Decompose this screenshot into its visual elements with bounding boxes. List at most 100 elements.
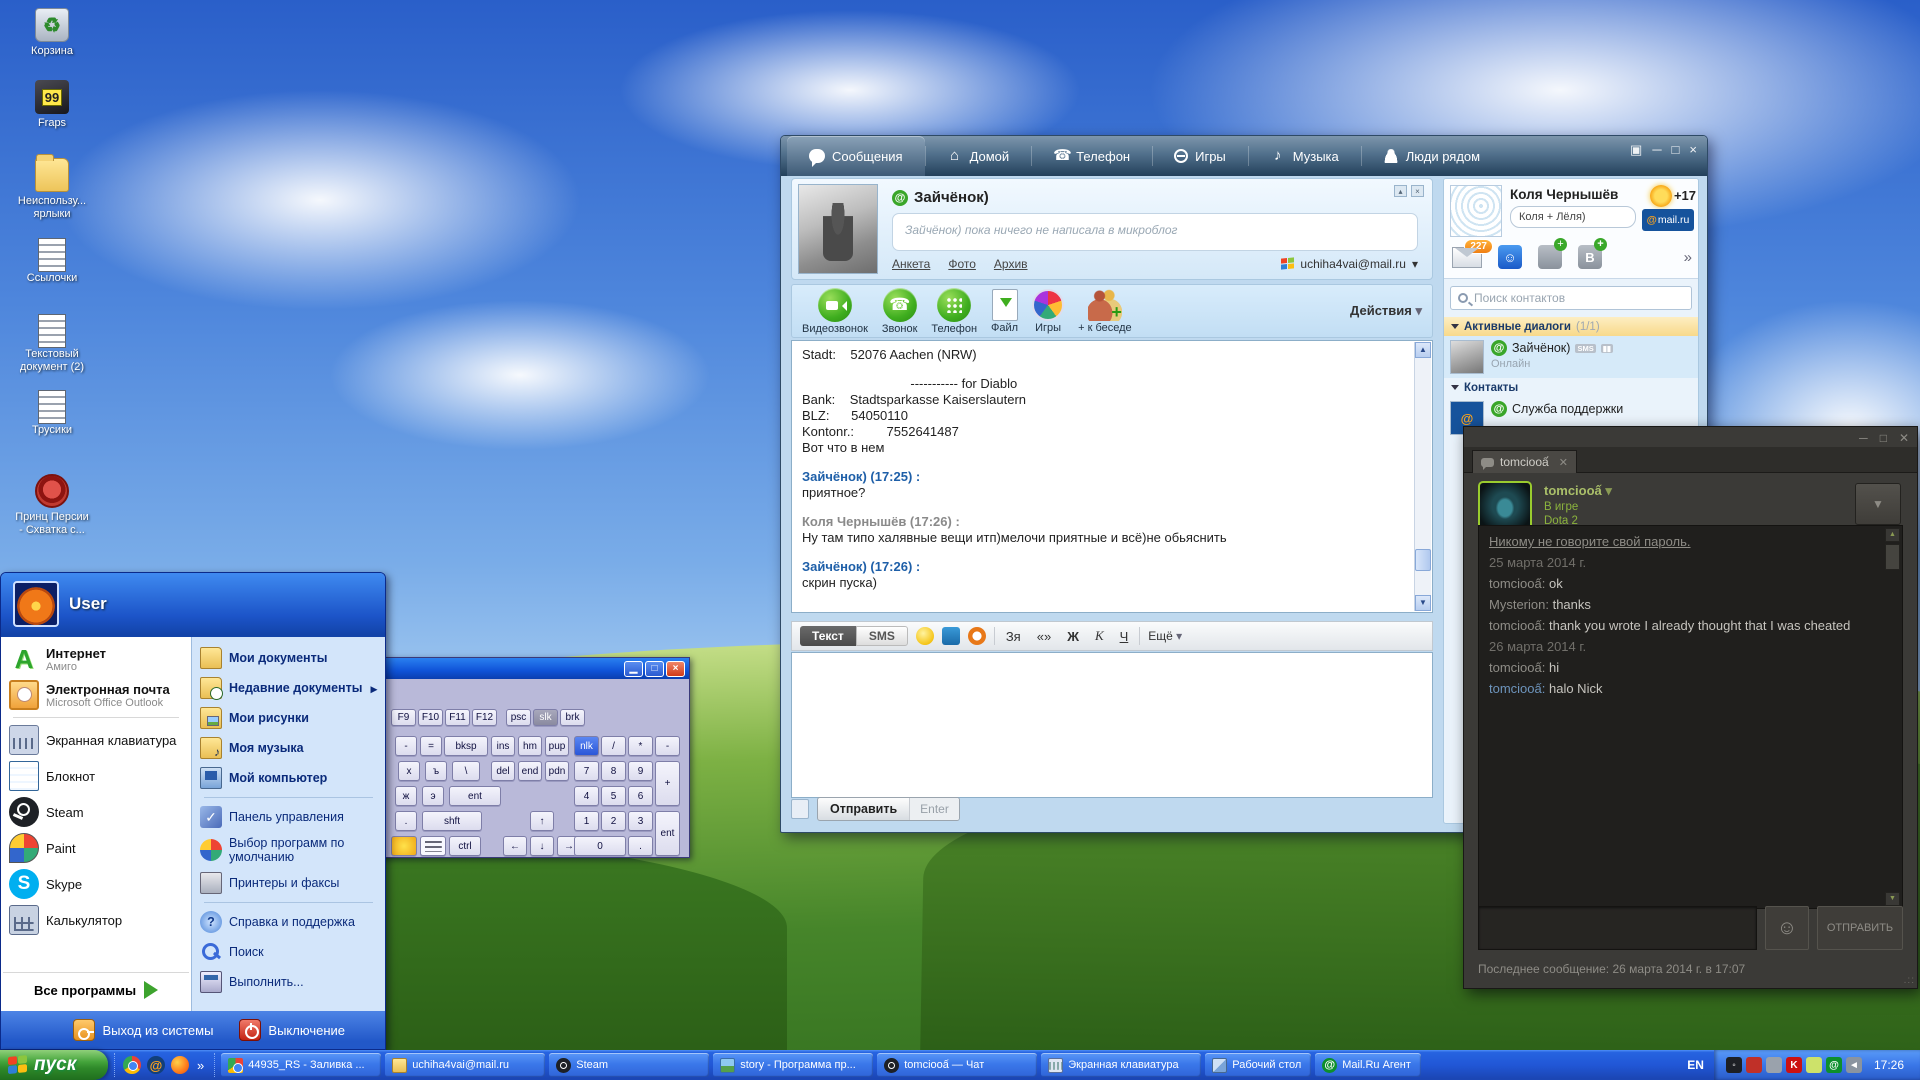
sender-name[interactable]: tomciooấ: [1489, 681, 1549, 696]
close-icon[interactable]: × [1689, 142, 1697, 158]
toolbar-phone-button[interactable]: Телефон [931, 288, 977, 335]
chat-scrollbar[interactable]: ▲ ▼ [1414, 342, 1431, 611]
tab-home[interactable]: ⌂Домой [925, 136, 1032, 176]
format-style-«»[interactable]: «» [1034, 629, 1054, 644]
key-F10[interactable]: F10 [418, 709, 443, 726]
add-contact-icon[interactable] [1538, 245, 1562, 269]
link-Анкета[interactable]: Анкета [892, 257, 930, 271]
start-item-internet[interactable]: AИнтернетАмиго [3, 641, 189, 677]
format-style-Ч[interactable]: Ч [1117, 629, 1132, 644]
steam-chat-log[interactable]: Никому не говорите свой пароль. 25 марта… [1478, 525, 1903, 909]
format-more-button[interactable]: Ещё [1148, 629, 1182, 643]
key-↓[interactable]: ↓ [530, 836, 554, 856]
group-header[interactable]: Активные диалоги(1/1) [1444, 317, 1698, 336]
leaf-tray-icon[interactable] [1806, 1057, 1822, 1073]
start-item-steam[interactable]: Steam [3, 794, 189, 830]
key-shft[interactable]: shft [422, 811, 482, 831]
key-bksp[interactable]: bksp [444, 736, 488, 756]
key-.[interactable]: . [628, 836, 653, 856]
task-button[interactable]: @Mail.Ru Агент [1315, 1053, 1421, 1077]
key-ent[interactable]: ent [449, 786, 501, 806]
key-*[interactable]: * [628, 736, 653, 756]
key-end[interactable]: end [518, 761, 542, 781]
password-warning-link[interactable]: Никому не говорите свой пароль. [1489, 532, 1880, 552]
key-ent[interactable]: ent [655, 811, 680, 856]
key-slk[interactable]: slk [533, 709, 558, 726]
osk-maximize-button[interactable]: □ [645, 661, 664, 677]
start-item-help[interactable]: ?Справка и поддержка [196, 907, 381, 937]
key-F12[interactable]: F12 [472, 709, 497, 726]
key-4[interactable]: 4 [574, 786, 599, 806]
key-3[interactable]: 3 [628, 811, 653, 831]
video-emoji-icon[interactable] [942, 627, 960, 645]
key-8[interactable]: 8 [601, 761, 626, 781]
agent-tray-icon[interactable]: @ [1826, 1057, 1842, 1073]
minimize-icon[interactable]: ─ [1859, 431, 1868, 445]
key--[interactable]: - [655, 736, 680, 756]
bell-tray-icon[interactable] [1766, 1057, 1782, 1073]
task-button[interactable]: Экранная клавиатура [1041, 1053, 1201, 1077]
actions-menu-button[interactable]: Действия [1350, 303, 1422, 319]
task-button[interactable]: tomciooấ — Чат [877, 1053, 1037, 1077]
link-Архив[interactable]: Архив [994, 257, 1028, 271]
shutdown-button[interactable]: Выключение [239, 1019, 345, 1041]
group-header[interactable]: Контакты [1444, 378, 1698, 397]
scroll-down-icon[interactable]: ▼ [1885, 892, 1900, 906]
close-chat-icon[interactable]: × [1411, 185, 1424, 197]
desktop-icon-recycle-bin[interactable]: ♻Корзина [6, 8, 98, 58]
key-nlk[interactable]: nlk [574, 736, 599, 756]
more-chevron-icon[interactable]: » [1684, 249, 1692, 266]
task-button[interactable]: uchiha4vai@mail.ru [385, 1053, 545, 1077]
toolbar-video-call-button[interactable]: Видеозвонок [802, 288, 868, 335]
language-indicator[interactable]: EN [1677, 1058, 1714, 1072]
mail-agent-icon[interactable]: @ [147, 1056, 165, 1074]
start-item-default-programs[interactable]: Выбор программ по умолчанию [196, 832, 381, 868]
key-1[interactable]: 1 [574, 811, 599, 831]
start-item-my-documents[interactable]: Мои документы [196, 643, 381, 673]
vk-icon[interactable]: B [1578, 245, 1602, 269]
chat-history[interactable]: Stadt: 52076 Aachen (NRW) ----------- fo… [791, 340, 1433, 613]
chrome-icon[interactable] [123, 1056, 141, 1074]
minimize-icon[interactable]: ─ [1652, 142, 1661, 158]
self-avatar[interactable] [1450, 185, 1502, 237]
start-item-search[interactable]: Поиск [196, 937, 381, 967]
key-0[interactable]: 0 [574, 836, 626, 856]
format-style-Ж[interactable]: Ж [1064, 629, 1082, 644]
sender-name[interactable]: tomciooấ: [1489, 576, 1549, 591]
key-pdn[interactable]: pdn [545, 761, 569, 781]
scroll-up-icon[interactable]: ▲ [1415, 342, 1431, 358]
desktop-icon-prince-of-persia[interactable]: Принц Персии- Схватка с... [6, 474, 98, 537]
steam-tray-icon[interactable]: ◦ [1726, 1057, 1742, 1073]
key-=[interactable]: = [420, 736, 442, 756]
key-pup[interactable]: pup [545, 736, 569, 756]
key-list[interactable] [420, 836, 446, 856]
desktop-icon-unused-shortcuts-folder[interactable]: Неиспользу...ярлыки [6, 158, 98, 221]
format-style-К[interactable]: К [1092, 628, 1107, 644]
contact-search-input[interactable]: Поиск контактов [1450, 286, 1692, 310]
contact-Зайчёнок)[interactable]: @Зайчёнок)SMS▮▮Онлайн [1444, 336, 1698, 378]
steam-chat-tab[interactable]: tomciooấ ✕ [1472, 450, 1577, 473]
key-hm[interactable]: hm [518, 736, 542, 756]
start-item-printers[interactable]: Принтеры и факсы [196, 868, 381, 898]
steam-send-button[interactable]: ОТПРАВИТЬ [1817, 906, 1903, 950]
maximize-icon[interactable]: □ [1672, 142, 1680, 158]
link-Фото[interactable]: Фото [948, 257, 976, 271]
key-/[interactable]: / [601, 736, 626, 756]
start-item-notepad[interactable]: Блокнот [3, 758, 189, 794]
all-programs-button[interactable]: Все программы [3, 972, 189, 1007]
task-button[interactable]: 44935_RS - Заливка ... [221, 1053, 381, 1077]
microblog-bubble[interactable]: Зайчёнок) пока ничего не написала в микр… [892, 213, 1418, 251]
key-psc[interactable]: psc [506, 709, 531, 726]
task-button[interactable]: Steam [549, 1053, 709, 1077]
toolbar-file-button[interactable]: Файл [991, 288, 1018, 334]
key-х[interactable]: х [398, 761, 420, 781]
key-+[interactable]: + [655, 761, 680, 806]
tab-messages[interactable]: Сообщения [787, 136, 925, 176]
key-.[interactable]: . [395, 811, 417, 831]
start-item-my-music[interactable]: Моя музыка [196, 733, 381, 763]
osk-minimize-button[interactable]: ▁ [624, 661, 643, 677]
key-↑[interactable]: ↑ [530, 811, 554, 831]
key-F11[interactable]: F11 [445, 709, 470, 726]
key-9[interactable]: 9 [628, 761, 653, 781]
key-\[interactable]: \ [452, 761, 480, 781]
